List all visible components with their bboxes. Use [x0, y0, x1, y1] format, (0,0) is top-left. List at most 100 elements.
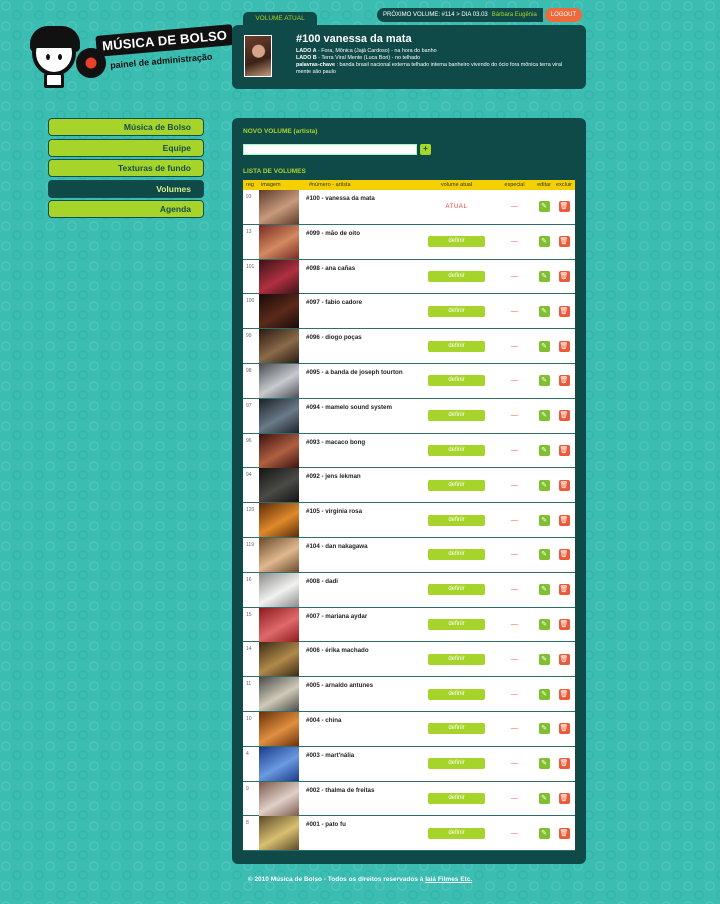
- delete-icon[interactable]: 🗑: [558, 201, 570, 213]
- add-volume-button[interactable]: +: [420, 144, 431, 155]
- volume-thumbnail[interactable]: [259, 642, 299, 677]
- delete-icon[interactable]: 🗑: [558, 618, 570, 630]
- site-logo[interactable]: MÚSICA DE BOLSO painel de administração: [30, 24, 234, 98]
- delete-icon[interactable]: 🗑: [558, 236, 570, 248]
- nav-item-volumes[interactable]: Volumes: [48, 179, 204, 198]
- edit-icon[interactable]: ✎: [538, 618, 550, 630]
- define-button[interactable]: definir: [428, 827, 485, 839]
- delete-icon[interactable]: 🗑: [558, 688, 570, 700]
- edit-icon[interactable]: ✎: [538, 340, 550, 352]
- delete-icon[interactable]: 🗑: [558, 479, 570, 491]
- nav-item-equipe[interactable]: Equipe: [48, 138, 204, 157]
- define-button[interactable]: definir: [428, 375, 485, 387]
- delete-icon[interactable]: 🗑: [558, 584, 570, 596]
- volume-thumbnail[interactable]: [259, 503, 299, 538]
- delete-icon[interactable]: 🗑: [558, 723, 570, 735]
- edit-icon[interactable]: ✎: [538, 549, 550, 561]
- volume-thumbnail[interactable]: [259, 816, 299, 851]
- user-name[interactable]: Bárbara Eugênia: [492, 12, 537, 18]
- delete-icon[interactable]: 🗑: [558, 444, 570, 456]
- delete-icon[interactable]: 🗑: [558, 758, 570, 770]
- edit-icon[interactable]: ✎: [538, 305, 550, 317]
- define-button[interactable]: definir: [428, 618, 485, 630]
- define-button[interactable]: definir: [428, 792, 485, 804]
- volume-thumbnail[interactable]: [259, 294, 299, 329]
- delete-icon[interactable]: 🗑: [558, 827, 570, 839]
- row-artist[interactable]: #001 - pato fu: [306, 816, 418, 828]
- edit-icon[interactable]: ✎: [538, 236, 550, 248]
- define-button[interactable]: definir: [428, 479, 485, 491]
- row-artist[interactable]: #096 - diogo poças: [306, 329, 418, 341]
- row-artist[interactable]: #005 - arnaldo antunes: [306, 677, 418, 689]
- volume-thumbnail[interactable]: [259, 398, 299, 433]
- row-artist[interactable]: #004 - china: [306, 712, 418, 724]
- row-artist[interactable]: #003 - mart'nália: [306, 747, 418, 759]
- edit-icon[interactable]: ✎: [538, 827, 550, 839]
- define-button[interactable]: definir: [428, 758, 485, 770]
- row-artist[interactable]: #094 - mamelo sound system: [306, 399, 418, 411]
- nav-item-agenda[interactable]: Agenda: [48, 200, 204, 218]
- edit-icon[interactable]: ✎: [538, 723, 550, 735]
- edit-icon[interactable]: ✎: [538, 444, 550, 456]
- volume-thumbnail[interactable]: [259, 468, 299, 503]
- edit-icon[interactable]: ✎: [538, 201, 550, 213]
- row-artist[interactable]: #093 - macaco bong: [306, 434, 418, 446]
- delete-icon[interactable]: 🗑: [558, 375, 570, 387]
- edit-icon[interactable]: ✎: [538, 653, 550, 665]
- logout-button[interactable]: LOGOUT: [544, 8, 583, 22]
- edit-icon[interactable]: ✎: [538, 584, 550, 596]
- edit-icon[interactable]: ✎: [538, 792, 550, 804]
- delete-icon[interactable]: 🗑: [558, 270, 570, 282]
- define-button[interactable]: definir: [428, 584, 485, 596]
- delete-icon[interactable]: 🗑: [558, 653, 570, 665]
- nav-item-texturas[interactable]: Texturas de fundo: [48, 159, 204, 177]
- row-artist[interactable]: #105 - virginia rosa: [306, 503, 418, 515]
- volume-thumbnail[interactable]: [259, 677, 299, 712]
- delete-icon[interactable]: 🗑: [558, 410, 570, 422]
- delete-icon[interactable]: 🗑: [558, 514, 570, 526]
- row-artist[interactable]: #098 - ana cañas: [306, 260, 418, 272]
- volume-thumbnail[interactable]: [259, 572, 299, 607]
- define-button[interactable]: definir: [428, 549, 485, 561]
- row-artist[interactable]: #097 - fabio cadore: [306, 294, 418, 306]
- volume-thumbnail[interactable]: [259, 363, 299, 398]
- volume-thumbnail[interactable]: [259, 190, 299, 224]
- row-artist[interactable]: #007 - mariana aydar: [306, 608, 418, 620]
- delete-icon[interactable]: 🗑: [558, 305, 570, 317]
- row-artist[interactable]: #095 - a banda de joseph tourton: [306, 364, 418, 376]
- define-button[interactable]: definir: [428, 444, 485, 456]
- define-button[interactable]: definir: [428, 270, 485, 282]
- edit-icon[interactable]: ✎: [538, 270, 550, 282]
- define-button[interactable]: definir: [428, 236, 485, 248]
- edit-icon[interactable]: ✎: [538, 758, 550, 770]
- nav-item-musica-de-bolso[interactable]: Música de Bolso: [48, 118, 204, 136]
- edit-icon[interactable]: ✎: [538, 410, 550, 422]
- define-button[interactable]: definir: [428, 723, 485, 735]
- volume-thumbnail[interactable]: [259, 607, 299, 642]
- row-artist[interactable]: #100 - vanessa da mata: [306, 190, 418, 202]
- volume-thumbnail[interactable]: [259, 259, 299, 294]
- new-volume-input[interactable]: [243, 144, 417, 155]
- row-artist[interactable]: #104 - dan nakagawa: [306, 538, 418, 550]
- delete-icon[interactable]: 🗑: [558, 549, 570, 561]
- define-button[interactable]: definir: [428, 514, 485, 526]
- edit-icon[interactable]: ✎: [538, 375, 550, 387]
- define-button[interactable]: definir: [428, 340, 485, 352]
- delete-icon[interactable]: 🗑: [558, 792, 570, 804]
- define-button[interactable]: definir: [428, 688, 485, 700]
- volume-thumbnail[interactable]: [259, 781, 299, 816]
- define-button[interactable]: definir: [428, 410, 485, 422]
- row-artist[interactable]: #006 - érika machado: [306, 642, 418, 654]
- delete-icon[interactable]: 🗑: [558, 340, 570, 352]
- edit-icon[interactable]: ✎: [538, 514, 550, 526]
- footer-link[interactable]: Iaiá Filmes Etc.: [425, 876, 472, 883]
- edit-icon[interactable]: ✎: [538, 688, 550, 700]
- define-button[interactable]: definir: [428, 305, 485, 317]
- volume-thumbnail[interactable]: [259, 746, 299, 781]
- volume-thumbnail[interactable]: [259, 433, 299, 468]
- volume-thumbnail[interactable]: [259, 537, 299, 572]
- volume-thumbnail[interactable]: [259, 711, 299, 746]
- edit-icon[interactable]: ✎: [538, 479, 550, 491]
- row-artist[interactable]: #099 - mão de oito: [306, 225, 418, 237]
- row-artist[interactable]: #092 - jens lekman: [306, 468, 418, 480]
